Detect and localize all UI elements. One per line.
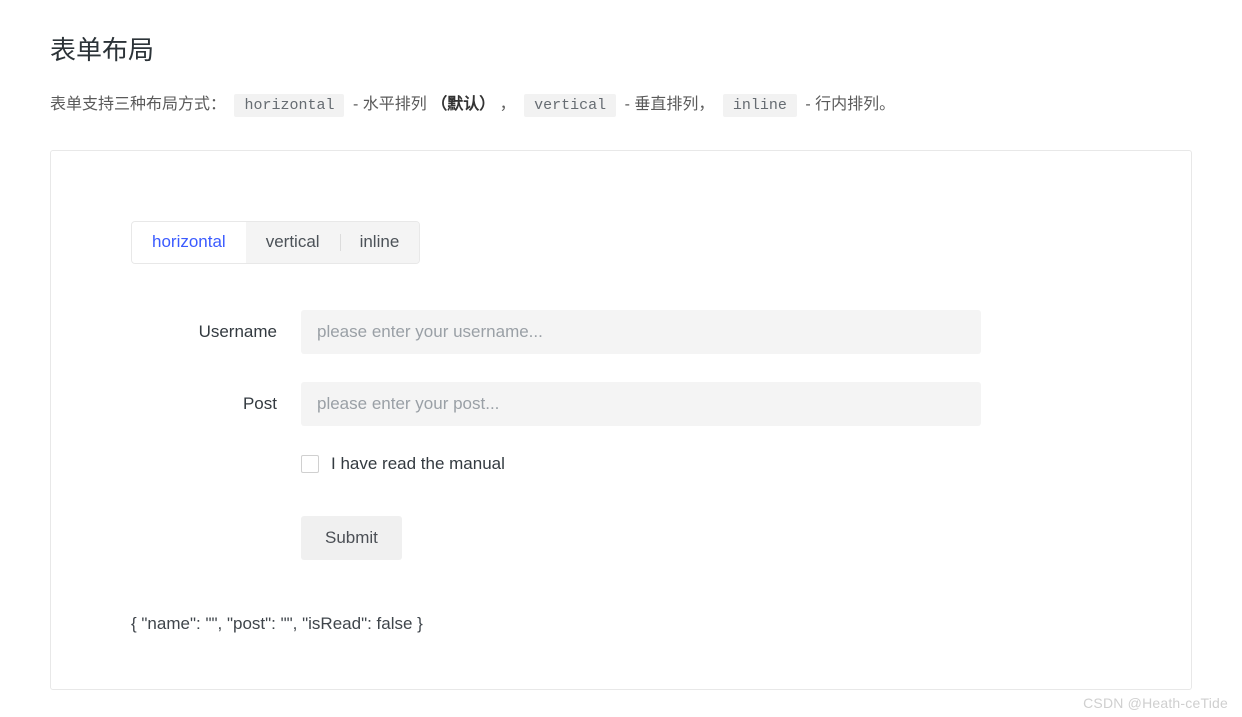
row-username: Username [131,310,1111,354]
radio-inline[interactable]: inline [340,222,420,263]
checkbox-isread[interactable]: I have read the manual [301,454,1111,474]
submit-button[interactable]: Submit [301,516,402,560]
row-post: Post [131,382,1111,426]
intro-text: 表单支持三种布局方式： horizontal - 水平排列 （默认） ， ver… [50,91,1192,120]
default-marker: （默认） [431,96,495,113]
label-post: Post [131,394,301,414]
section-title: 表单布局 [50,30,1192,67]
demo-container: horizontal vertical inline Username Post… [50,150,1192,690]
radio-vertical[interactable]: vertical [246,222,340,263]
checkbox-label: I have read the manual [331,454,505,474]
input-post[interactable] [301,382,981,426]
checkbox-box-icon [301,455,319,473]
label-username: Username [131,322,301,342]
row-isread: I have read the manual [131,454,1111,474]
input-username[interactable] [301,310,981,354]
code-vertical: vertical [524,94,616,117]
code-horizontal: horizontal [234,94,344,117]
layout-radio-group: horizontal vertical inline [131,221,420,264]
state-dump: { "name": "", "post": "", "isRead": fals… [131,614,1111,634]
radio-horizontal[interactable]: horizontal [132,222,246,263]
intro-prefix: 表单支持三种布局方式： [50,96,226,113]
row-submit: Submit [131,502,1111,560]
code-inline: inline [723,94,797,117]
watermark: CSDN @Heath-ceTide [1083,695,1228,711]
